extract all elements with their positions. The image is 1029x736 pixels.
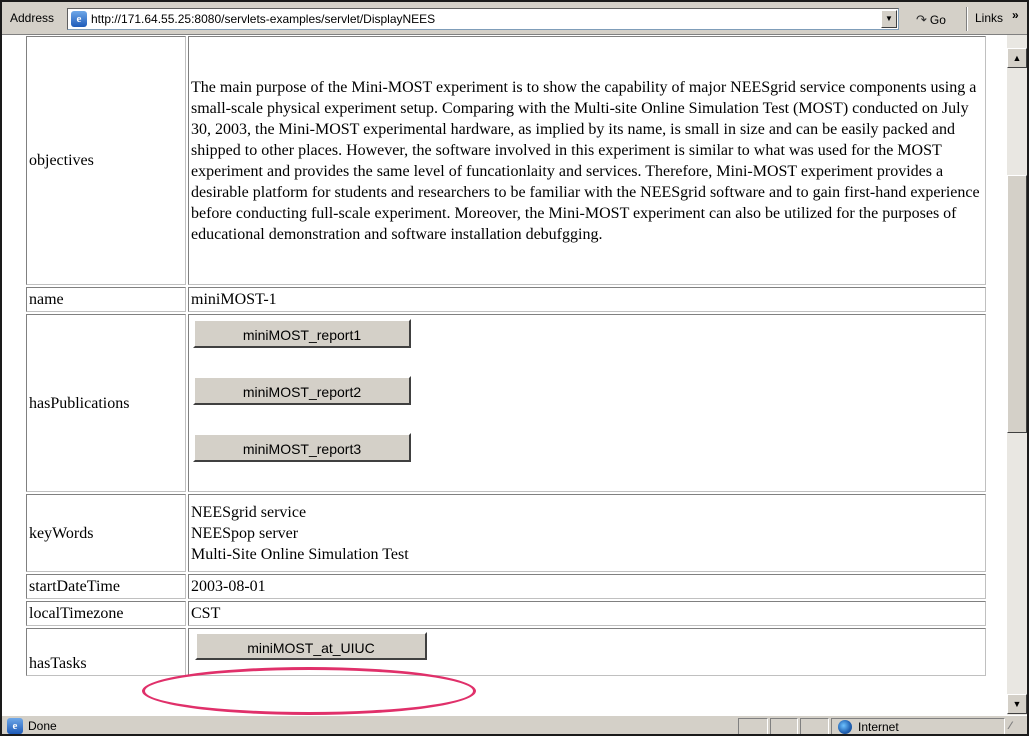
publications-cell: miniMOST_report1 miniMOST_report2 miniMO… [188, 314, 986, 492]
links-chevron-icon[interactable]: » [1012, 8, 1019, 22]
ie-page-icon: e [7, 718, 23, 734]
status-panel [800, 718, 829, 734]
objectives-value: The main purpose of the Mini-MOST experi… [188, 36, 986, 285]
table-row: hasTasks miniMOST_at_UIUC [26, 628, 986, 676]
keyword-item: NEESpop server [191, 524, 299, 542]
toolbar-separator [966, 7, 968, 31]
key-cell: hasPublications [26, 314, 186, 492]
task-button[interactable]: miniMOST_at_UIUC [195, 632, 427, 660]
record-table: objectives The main purpose of the Mini-… [24, 35, 988, 678]
address-toolbar: Address e http://171.64.55.25:8080/servl… [2, 2, 1027, 35]
key-cell: startDateTime [26, 574, 186, 599]
key-cell: keyWords [26, 494, 186, 572]
page-content: objectives The main purpose of the Mini-… [2, 35, 1027, 715]
status-panel [770, 718, 798, 734]
zone-label: Internet [858, 720, 899, 734]
scroll-down-icon[interactable]: ▼ [1007, 694, 1027, 714]
status-bar: e Done Internet ⁄⁄⁄ [2, 715, 1027, 734]
key-cell: objectives [26, 36, 186, 285]
table-row: keyWords NEESgrid service NEESpop server… [26, 494, 986, 572]
links-button[interactable]: Links [975, 11, 1003, 25]
scroll-up-icon[interactable]: ▲ [1007, 48, 1027, 68]
start-date-value: 2003-08-01 [188, 574, 986, 599]
scroll-thumb[interactable] [1007, 175, 1027, 433]
go-arrow-icon: ↷ [916, 12, 927, 27]
tasks-cell: miniMOST_at_UIUC [188, 628, 986, 676]
key-cell: name [26, 287, 186, 312]
address-url[interactable]: http://171.64.55.25:8080/servlets-exampl… [91, 12, 435, 26]
keyword-item: NEESgrid service [191, 503, 307, 521]
table-row: localTimezone CST [26, 601, 986, 626]
timezone-value: CST [188, 601, 986, 626]
address-dropdown-icon[interactable]: ▼ [881, 10, 897, 28]
status-panel [738, 718, 768, 734]
keyword-item: Multi-Site Online Simulation Test [191, 545, 409, 563]
go-label: Go [929, 13, 946, 27]
address-input[interactable]: e http://171.64.55.25:8080/servlets-exam… [67, 8, 899, 30]
key-cell: hasTasks [26, 628, 186, 676]
publication-button[interactable]: miniMOST_report2 [193, 376, 411, 405]
go-button[interactable]: ↷ Go [916, 10, 946, 30]
address-label: Address [10, 11, 55, 25]
status-text: Done [28, 719, 57, 733]
table-row: objectives The main purpose of the Mini-… [26, 36, 986, 285]
table-row: hasPublications miniMOST_report1 miniMOS… [26, 314, 986, 492]
publication-button[interactable]: miniMOST_report1 [193, 319, 411, 348]
table-row: startDateTime 2003-08-01 [26, 574, 986, 599]
name-value: miniMOST-1 [188, 287, 986, 312]
security-zone: Internet [831, 718, 1005, 734]
browser-window: Address e http://171.64.55.25:8080/servl… [0, 0, 1029, 736]
table-row: name miniMOST-1 [26, 287, 986, 312]
ie-page-icon: e [71, 11, 87, 27]
vertical-scrollbar[interactable]: ▲ ▼ [1007, 35, 1027, 715]
key-cell: localTimezone [26, 601, 186, 626]
globe-icon [838, 720, 852, 734]
publication-button[interactable]: miniMOST_report3 [193, 433, 411, 462]
keywords-cell: NEESgrid service NEESpop server Multi-Si… [188, 494, 986, 572]
